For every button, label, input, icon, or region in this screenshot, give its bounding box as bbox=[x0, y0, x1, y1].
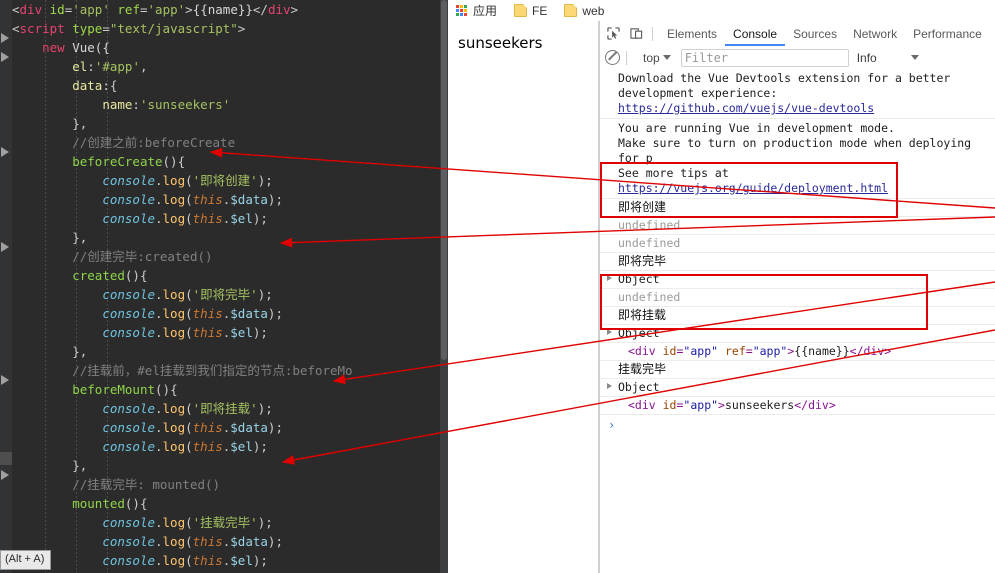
toolbar-divider bbox=[652, 26, 653, 41]
console-message: undefined bbox=[600, 217, 995, 235]
console-message: 挂载完毕 bbox=[600, 361, 995, 379]
code-line: console.log('即将挂载'); bbox=[102, 401, 273, 416]
bookmark-item[interactable]: 应用 bbox=[456, 2, 506, 19]
fold-arrow-icon[interactable] bbox=[1, 147, 9, 157]
console-object-label: Object bbox=[618, 380, 660, 394]
code-line: <script type="text/javascript"> bbox=[12, 21, 246, 36]
console-message-line: You are running Vue in development mode. bbox=[618, 121, 895, 135]
gutter-marker bbox=[0, 452, 12, 465]
code-line: el:'#app', bbox=[72, 59, 148, 74]
expand-triangle-icon[interactable] bbox=[607, 383, 612, 389]
editor-gutter[interactable] bbox=[0, 0, 12, 573]
tab-elements[interactable]: Elements bbox=[659, 22, 725, 46]
code-line: //挂载完毕: mounted() bbox=[72, 477, 221, 492]
bookmark-item[interactable]: web bbox=[564, 4, 613, 18]
code-line: console.log(this.$el); bbox=[102, 325, 268, 340]
code-line: }, bbox=[12, 230, 88, 245]
code-line: console.log(this.$el); bbox=[102, 553, 268, 568]
code-line: console.log(this.$data); bbox=[102, 192, 283, 207]
code-line: <div id='app' ref='app'>{{name}}</div> bbox=[12, 2, 299, 17]
console-message: undefined bbox=[600, 235, 995, 253]
console-context-select[interactable]: top bbox=[643, 51, 671, 65]
alt-a-tooltip: (Alt + A) bbox=[0, 550, 52, 570]
console-object-row[interactable]: Object bbox=[600, 379, 995, 397]
page-rendered-text: sunseekers bbox=[458, 34, 543, 52]
code-line: console.log(this.$data); bbox=[102, 306, 283, 321]
console-filter-bar[interactable]: top Filter Info bbox=[600, 46, 995, 70]
code-line: beforeMount(){ bbox=[72, 382, 178, 397]
code-editor-pane[interactable]: <div id='app' ref='app'>{{name}}</div> <s… bbox=[0, 0, 448, 573]
code-line: console.log(this.$el); bbox=[102, 439, 268, 454]
tab-performance[interactable]: Performance bbox=[905, 22, 990, 46]
code-line: name:'sunseekers' bbox=[102, 97, 231, 112]
code-line: //挂载前，#el挂载到我们指定的节点:beforeMo bbox=[72, 363, 353, 378]
fold-arrow-icon[interactable] bbox=[1, 242, 9, 252]
highlight-box-beforecreate bbox=[600, 162, 898, 218]
code-line: //创建之前:beforeCreate bbox=[72, 135, 236, 150]
console-dom-node[interactable]: <div id="app">sunseekers</div> bbox=[600, 397, 995, 415]
code-line: }, bbox=[12, 458, 88, 473]
inspect-element-icon[interactable] bbox=[603, 24, 623, 44]
code-line: created(){ bbox=[72, 268, 148, 283]
code-line: console.log('挂载完毕'); bbox=[102, 515, 273, 530]
tab-console[interactable]: Console bbox=[725, 22, 785, 46]
code-line: }, bbox=[12, 344, 88, 359]
editor-scrollbar[interactable] bbox=[440, 0, 448, 573]
bookmark-label: 应用 bbox=[473, 4, 498, 18]
console-prompt[interactable]: › bbox=[600, 415, 995, 432]
code-line: console.log('即将完毕'); bbox=[102, 287, 273, 302]
device-toolbar-icon[interactable] bbox=[626, 24, 646, 44]
clear-console-icon[interactable] bbox=[605, 50, 620, 65]
source-code[interactable]: <div id='app' ref='app'>{{name}}</div> <s… bbox=[12, 0, 440, 573]
fold-arrow-icon[interactable] bbox=[1, 33, 9, 43]
console-filter-input[interactable]: Filter bbox=[680, 48, 849, 67]
code-line: console.log(this.$data); bbox=[102, 420, 283, 435]
console-level-select[interactable]: Info bbox=[857, 51, 919, 65]
bookmark-label: web bbox=[582, 3, 605, 18]
console-message-line: Download the Vue Devtools extension for … bbox=[618, 71, 951, 85]
screenshot-root: <div id='app' ref='app'>{{name}}</div> <s… bbox=[0, 0, 995, 573]
fold-arrow-icon[interactable] bbox=[1, 52, 9, 62]
code-line: }, bbox=[12, 116, 88, 131]
code-line: new Vue({ bbox=[42, 40, 110, 55]
console-message-line: https://github.com/vuejs/vue-devtools bbox=[618, 101, 995, 116]
code-line: console.log(this.$data); bbox=[102, 534, 283, 549]
page-viewport: sunseekers bbox=[448, 21, 599, 573]
console-message: Download the Vue Devtools extension for … bbox=[600, 69, 995, 119]
devtools-tabbar[interactable]: Elements Console Sources Network Perform… bbox=[600, 21, 995, 47]
code-line: console.log('即将创建'); bbox=[102, 173, 273, 188]
fold-arrow-icon[interactable] bbox=[1, 470, 9, 480]
code-line: console.log(this.$el); bbox=[102, 211, 268, 226]
console-message-line: development experience: bbox=[618, 86, 778, 100]
console-context-label: top bbox=[643, 50, 660, 65]
code-line: data:{ bbox=[72, 78, 118, 93]
folder-icon bbox=[564, 4, 578, 17]
apps-grid-icon bbox=[456, 4, 468, 17]
code-line: mounted(){ bbox=[72, 496, 148, 511]
fold-arrow-icon[interactable] bbox=[1, 375, 9, 385]
bookmarks-bar[interactable]: 应用 FE web bbox=[448, 0, 995, 22]
console-link[interactable]: https://github.com/vuejs/vue-devtools bbox=[618, 101, 874, 115]
console-dom-node[interactable]: <div id="app" ref="app">{{name}}</div> bbox=[600, 343, 995, 361]
tab-network[interactable]: Network bbox=[845, 22, 905, 46]
highlight-box-beforemount bbox=[600, 274, 928, 330]
tab-sources[interactable]: Sources bbox=[785, 22, 845, 46]
chevron-down-icon bbox=[662, 55, 671, 60]
chevron-down-icon bbox=[910, 55, 919, 60]
console-message: 即将完毕 bbox=[600, 253, 995, 271]
console-level-label: Info bbox=[856, 50, 877, 65]
bookmark-item[interactable]: FE bbox=[514, 4, 556, 18]
bookmark-label: FE bbox=[532, 3, 548, 18]
folder-icon bbox=[514, 4, 528, 17]
code-line: //创建完毕:created() bbox=[72, 249, 213, 264]
code-line: beforeCreate(){ bbox=[72, 154, 186, 169]
filterbar-divider bbox=[626, 50, 627, 65]
console-filter-placeholder: Filter bbox=[684, 50, 729, 65]
editor-scrollbar-thumb[interactable] bbox=[441, 0, 447, 360]
